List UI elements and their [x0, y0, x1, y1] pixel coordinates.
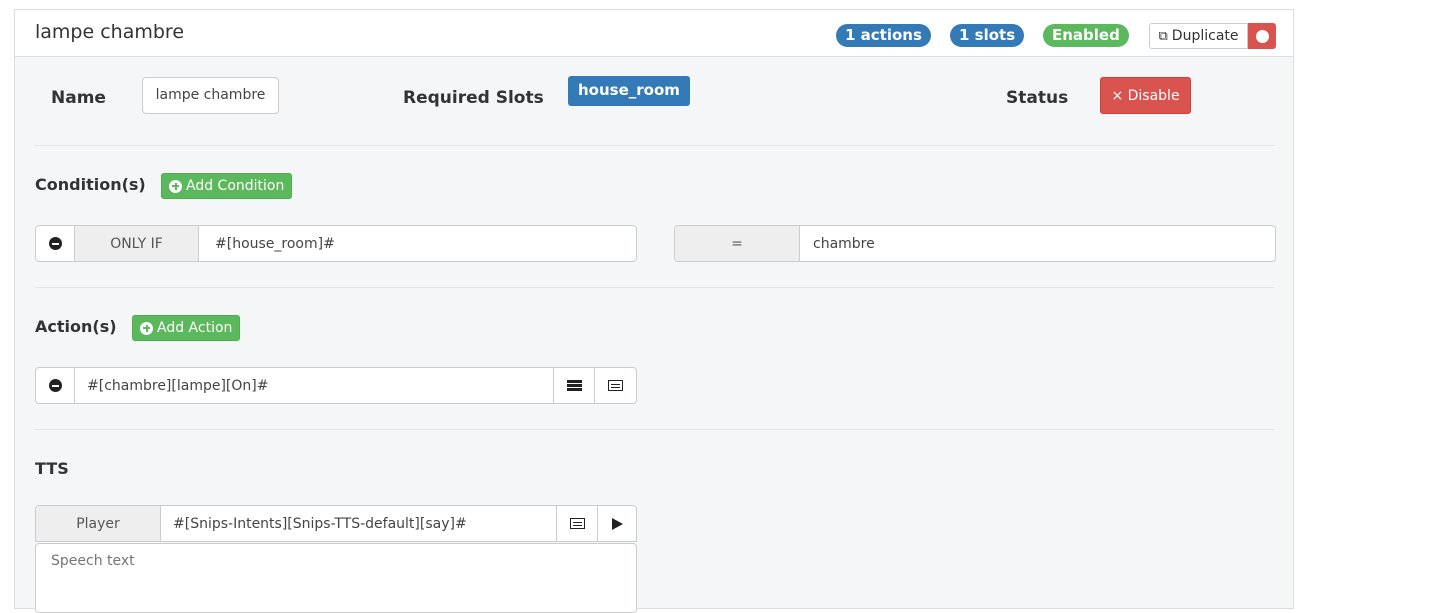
duplicate-label: Duplicate — [1171, 28, 1239, 44]
conditions-label: Condition(s) — [35, 175, 146, 194]
condition-comparator[interactable]: = — [675, 226, 800, 261]
list-icon — [608, 380, 623, 391]
condition-row: ONLY IF #[house_room]# — [35, 225, 637, 262]
action-command-input[interactable]: #[chambre][lampe][On]# — [75, 368, 554, 403]
slots-count-badge: 1 slots — [950, 24, 1025, 47]
intent-panel: lampe chambre 1 actions 1 slots Enabled … — [14, 9, 1294, 613]
condition-compare-row: = chambre — [674, 225, 1276, 262]
add-action-label: Add Action — [157, 320, 233, 336]
action-row: #[chambre][lampe][On]# — [35, 367, 637, 404]
divider — [35, 145, 1275, 146]
select-command-button[interactable] — [595, 368, 636, 403]
remove-condition-button[interactable] — [36, 226, 75, 261]
player-input[interactable]: #[Snips-Intents][Snips-TTS-default][say]… — [161, 506, 557, 541]
actions-count-badge: 1 actions — [836, 24, 931, 47]
select-player-button[interactable] — [557, 506, 598, 541]
plus-circle-icon — [140, 321, 153, 335]
divider — [35, 287, 1275, 288]
name-label: Name — [51, 88, 106, 108]
slot-tag: house_room — [568, 76, 690, 106]
add-action-button[interactable]: Add Action — [132, 315, 241, 341]
name-input[interactable]: lampe chambre — [142, 77, 279, 114]
status-label: Status — [1006, 88, 1069, 108]
add-condition-button[interactable]: Add Condition — [161, 173, 293, 199]
duplicate-button[interactable]: ⧉ Duplicate — [1149, 23, 1248, 49]
status-badge: Enabled — [1043, 24, 1129, 47]
condition-operator[interactable]: ONLY IF — [75, 226, 199, 261]
panel-title: lampe chambre — [35, 21, 185, 43]
minus-circle-icon — [48, 237, 62, 250]
condition-left-input[interactable]: #[house_room]# — [199, 226, 636, 261]
condition-right-input[interactable]: chambre — [800, 226, 1275, 261]
copy-icon: ⧉ — [1158, 28, 1168, 44]
list-icon — [569, 518, 585, 529]
actions-label: Action(s) — [35, 317, 117, 336]
panel-header: lampe chambre 1 actions 1 slots Enabled … — [15, 10, 1293, 57]
plus-circle-icon — [169, 179, 182, 193]
speech-text-input[interactable] — [35, 543, 637, 613]
delete-button[interactable] — [1248, 23, 1276, 49]
disable-button[interactable]: × Disable — [1100, 77, 1191, 114]
divider — [35, 429, 1275, 430]
sliders-icon — [566, 380, 582, 391]
tts-label: TTS — [35, 459, 69, 478]
player-label: Player — [36, 506, 161, 541]
add-condition-label: Add Condition — [186, 178, 285, 194]
play-button[interactable] — [598, 506, 636, 541]
play-icon — [611, 517, 623, 530]
action-options-button[interactable] — [554, 368, 595, 403]
tts-player-row: Player #[Snips-Intents][Snips-TTS-defaul… — [35, 505, 637, 542]
remove-action-button[interactable] — [36, 368, 75, 403]
required-slots-label: Required Slots — [403, 88, 544, 108]
minus-circle-icon — [1255, 29, 1269, 43]
minus-circle-icon — [48, 379, 62, 392]
